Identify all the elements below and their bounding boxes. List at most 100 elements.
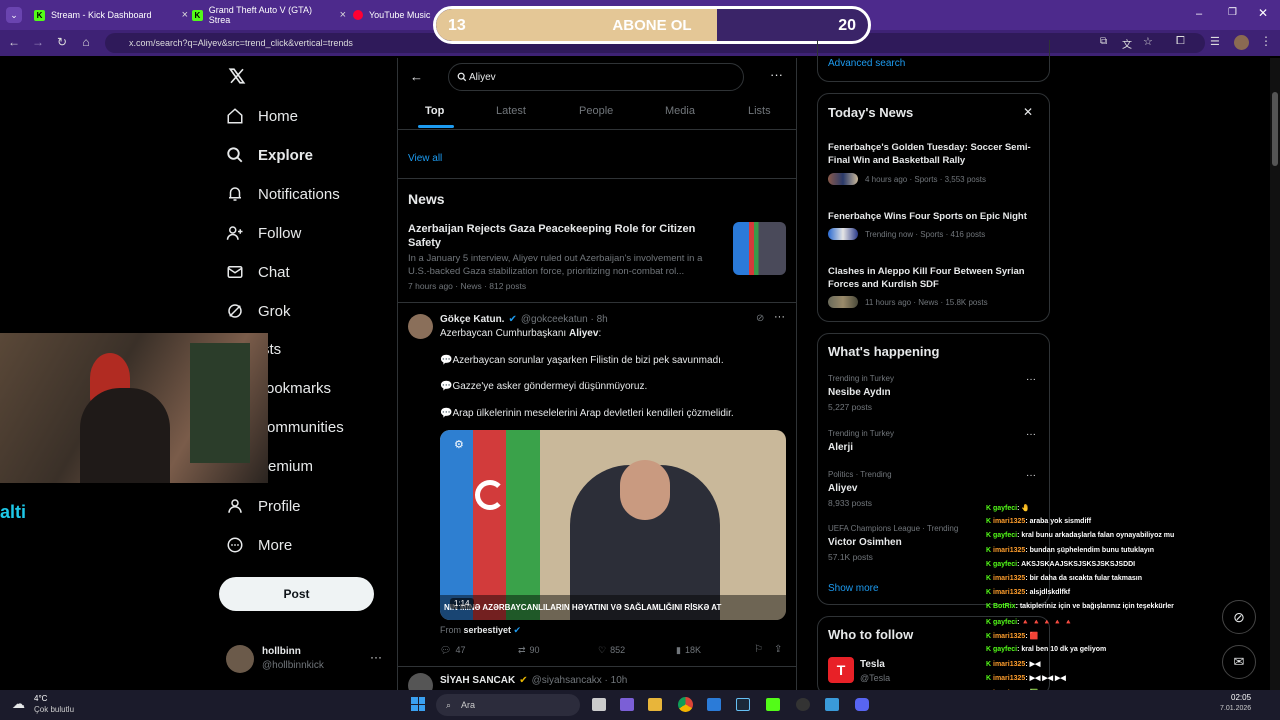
weather-icon[interactable]: ☁ (12, 696, 25, 712)
windows-start-icon[interactable] (411, 697, 425, 711)
settings-icon[interactable]: ⚙ (454, 438, 464, 451)
nav-home[interactable]: Home (226, 107, 298, 125)
close-icon[interactable]: ✕ (1023, 105, 1033, 119)
bookmark-icon[interactable]: ⚐ (754, 644, 763, 655)
chrome-icon[interactable] (678, 697, 693, 712)
back-icon[interactable]: ← (6, 35, 22, 49)
news-title[interactable]: Azerbaijan Rejects Gaza Peacekeeping Rol… (408, 222, 723, 250)
grok-icon[interactable]: ⊘ (756, 313, 764, 324)
show-more-link[interactable]: Show more (828, 583, 879, 594)
reload-icon[interactable]: ↻ (54, 35, 70, 49)
news-thumbnail[interactable] (733, 222, 786, 275)
taskbar-search[interactable]: ⌕ Ara (436, 694, 580, 716)
maximize-icon[interactable]: ❐ (1228, 7, 1237, 18)
tab-kick-dashboard[interactable]: K Stream - Kick Dashboard × (26, 4, 196, 26)
x-logo-icon[interactable] (228, 67, 246, 85)
trend-name[interactable]: Nesibe Aydın (828, 387, 891, 398)
chat-username[interactable]: gayfeci (993, 532, 1017, 539)
news-item-title[interactable]: Fenerbahçe's Golden Tuesday: Soccer Semi… (828, 141, 1043, 167)
avatar[interactable] (226, 645, 254, 673)
post-video[interactable]: ⚙ NIN MİNƏ AZƏRBAYCANLILARIN HƏYATINI VƏ… (440, 430, 786, 620)
chat-username[interactable]: imari1325 (993, 633, 1025, 640)
scrollbar-thumb[interactable] (1272, 92, 1278, 166)
minimize-icon[interactable]: – (1196, 8, 1202, 20)
more-options-icon[interactable]: ··· (770, 67, 783, 82)
steam-icon[interactable] (736, 698, 750, 711)
forward-icon[interactable]: → (30, 35, 46, 49)
nav-more[interactable]: More (226, 536, 292, 554)
chat-username[interactable]: BotRix (993, 603, 1016, 610)
menu-icon[interactable]: ⋮ (1260, 34, 1272, 48)
nav-grok[interactable]: Grok (226, 302, 291, 320)
tesla-logo[interactable]: T (828, 657, 854, 683)
nav-explore[interactable]: Explore (226, 146, 313, 164)
views-button[interactable]: ▮ 18K (676, 645, 701, 656)
post-author-name[interactable]: SİYAH SANCAK (440, 675, 515, 686)
app-icon[interactable] (707, 698, 721, 711)
tab-top[interactable]: Top (425, 105, 444, 117)
news-item-title[interactable]: Clashes in Aleppo Kill Four Between Syri… (828, 265, 1043, 291)
discord-icon[interactable] (855, 698, 869, 711)
advanced-search-link[interactable]: Advanced search (828, 58, 905, 69)
repost-button[interactable]: ⇄ 90 (518, 645, 540, 656)
chat-username[interactable]: imari1325 (993, 575, 1025, 582)
chat-username[interactable]: imari1325 (993, 518, 1025, 525)
trend-more-icon[interactable]: ··· (1026, 470, 1036, 481)
like-button[interactable]: ♡ 852 (598, 645, 625, 656)
nav-follow[interactable]: Follow (226, 224, 301, 242)
chat-username[interactable]: gayfeci (993, 561, 1017, 568)
trend-name[interactable]: Aliyev (828, 483, 857, 494)
chat-username[interactable]: imari1325 (993, 675, 1025, 682)
window-close-icon[interactable]: ✕ (1258, 6, 1268, 20)
post-more-icon[interactable]: ··· (774, 311, 785, 323)
grok-fab[interactable]: ⊘ (1222, 600, 1256, 634)
follow-name[interactable]: Tesla (860, 659, 885, 670)
kick-app-icon[interactable] (766, 698, 780, 711)
back-arrow-icon[interactable]: ← (410, 69, 423, 84)
account-name[interactable]: hollbinn (262, 646, 301, 657)
trend-more-icon[interactable]: ··· (1026, 429, 1036, 440)
scrollbar[interactable] (1270, 58, 1280, 690)
post-author-name[interactable]: Gökçe Katun. (440, 314, 504, 325)
obs-icon[interactable] (796, 698, 810, 711)
source-user[interactable]: serbestiyet (464, 625, 512, 635)
tab-search-button[interactable]: ⌄ (6, 7, 22, 23)
profile-avatar[interactable] (1234, 35, 1249, 50)
nav-notifications[interactable]: Notifications (226, 185, 340, 203)
file-explorer-icon[interactable] (648, 698, 662, 711)
home-icon[interactable]: ⌂ (78, 35, 94, 49)
tab-people[interactable]: People (579, 105, 613, 117)
post-button[interactable]: Post (219, 577, 374, 611)
tab-gta-stream[interactable]: K Grand Theft Auto V (GTA) Strea × (184, 4, 354, 26)
account-menu-icon[interactable]: ··· (370, 650, 382, 664)
task-view-icon[interactable] (592, 698, 606, 711)
chat-username[interactable]: imari1325 (993, 547, 1025, 554)
tab-lists[interactable]: Lists (748, 105, 771, 117)
trend-name[interactable]: Alerji (828, 442, 853, 453)
reply-button[interactable]: 💬︎ 47 (440, 645, 465, 656)
trend-more-icon[interactable]: ··· (1026, 374, 1036, 385)
view-all-link[interactable]: View all (408, 153, 442, 164)
share-icon[interactable]: ⇪ (774, 644, 782, 655)
reading-list-icon[interactable]: ☰ (1210, 35, 1220, 48)
search-input[interactable]: Aliyev (448, 63, 744, 91)
install-icon[interactable]: ⧉ (1100, 36, 1107, 47)
bookmark-star-icon[interactable]: ☆ (1143, 35, 1153, 48)
nav-profile[interactable]: Profile (226, 497, 301, 515)
trend-name[interactable]: Victor Osimhen (828, 537, 902, 548)
chat-username[interactable]: gayfeci (993, 619, 1017, 626)
nav-premium[interactable]: emium (268, 458, 313, 475)
chat-username[interactable]: gayfeci (993, 505, 1017, 512)
translate-icon[interactable]: 文 (1122, 36, 1132, 51)
avatar[interactable] (408, 314, 433, 339)
extensions-icon[interactable]: ⧠ (1176, 35, 1185, 48)
messages-fab[interactable]: ✉ (1222, 645, 1256, 679)
app-icon[interactable] (825, 698, 839, 711)
chat-username[interactable]: imari1325 (993, 661, 1025, 668)
nav-chat[interactable]: Chat (226, 263, 290, 281)
chat-username[interactable]: imari1325 (993, 589, 1025, 596)
news-item-title[interactable]: Fenerbahçe Wins Four Sports on Epic Nigh… (828, 210, 1043, 223)
nav-communities[interactable]: ommunities (267, 419, 344, 436)
teams-icon[interactable] (620, 698, 634, 711)
tab-media[interactable]: Media (665, 105, 695, 117)
